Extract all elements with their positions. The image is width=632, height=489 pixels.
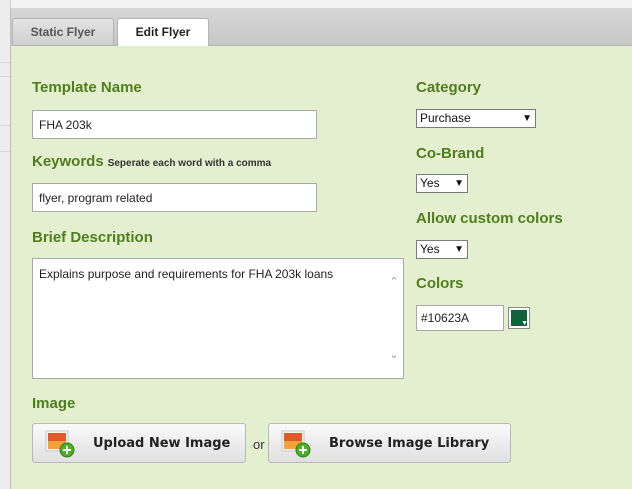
color-picker-swatch[interactable]: ▼	[508, 307, 530, 329]
tab-edit-flyer[interactable]: Edit Flyer	[117, 18, 209, 46]
keywords-label-text: Keywords	[32, 153, 104, 170]
browse-image-library-button[interactable]: Browse Image Library	[268, 423, 511, 463]
category-label: Category	[416, 79, 482, 96]
colors-label: Colors	[416, 275, 464, 292]
co-brand-selected-value: Yes	[420, 176, 440, 190]
allow-custom-colors-label: Allow custom colors	[416, 210, 563, 227]
template-name-label: Template Name	[32, 79, 142, 96]
allow-custom-colors-select[interactable]: Yes ▼	[416, 240, 468, 259]
keywords-input[interactable]	[32, 183, 317, 212]
browse-image-library-label: Browse Image Library	[329, 436, 490, 451]
background-divider	[0, 151, 10, 152]
background-divider	[0, 62, 10, 63]
colors-hex-input[interactable]	[416, 305, 504, 331]
image-add-icon	[45, 430, 75, 458]
allow-custom-colors-selected-value: Yes	[420, 242, 440, 256]
image-label: Image	[32, 395, 76, 412]
brief-description-textarea[interactable]: Explains purpose and requirements for FH…	[32, 258, 404, 379]
scroll-down-arrow-icon[interactable]: ⌄	[388, 350, 400, 361]
brief-description-label: Brief Description	[32, 229, 153, 246]
keywords-label: Keywords Seperate each word with a comma	[32, 153, 271, 170]
tab-static-flyer[interactable]: Static Flyer	[12, 18, 114, 45]
chevron-down-icon: ▼	[521, 320, 528, 327]
chevron-down-icon: ▼	[522, 113, 532, 124]
flyer-dialog: Static Flyer Edit Flyer Template Name Ke…	[10, 8, 632, 489]
scroll-up-arrow-icon[interactable]: ⌃	[388, 277, 400, 288]
upload-new-image-button[interactable]: Upload New Image	[32, 423, 246, 463]
upload-new-image-label: Upload New Image	[93, 436, 231, 451]
image-add-icon	[281, 430, 311, 458]
background-divider	[0, 76, 10, 77]
co-brand-label: Co-Brand	[416, 145, 485, 162]
tab-bar: Static Flyer Edit Flyer	[11, 8, 632, 46]
brief-description-text: Explains purpose and requirements for FH…	[39, 267, 334, 281]
co-brand-select[interactable]: Yes ▼	[416, 174, 468, 193]
category-selected-value: Purchase	[420, 111, 471, 125]
chevron-down-icon: ▼	[454, 244, 464, 255]
template-name-input[interactable]	[32, 110, 317, 139]
chevron-down-icon: ▼	[454, 178, 464, 189]
or-separator: or	[253, 437, 265, 452]
background-divider	[0, 125, 10, 126]
edit-flyer-panel: Template Name KeywordsSeperate each word…	[11, 46, 632, 489]
category-select[interactable]: Purchase ▼	[416, 109, 536, 128]
keywords-hint: Seperate each word with a comma	[107, 158, 272, 169]
textarea-scrollbar[interactable]: ⌃ ⌄	[385, 259, 403, 378]
